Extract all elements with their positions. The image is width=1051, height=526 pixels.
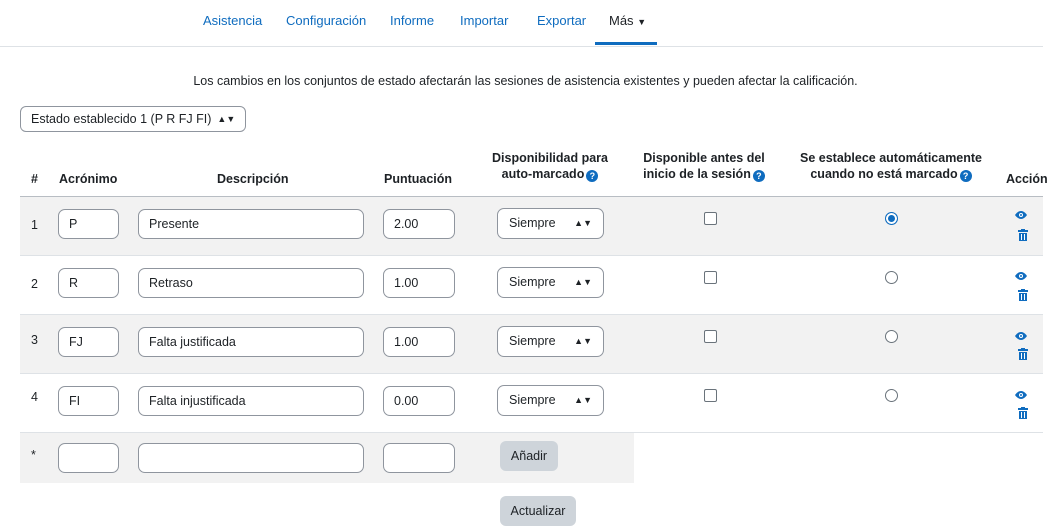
new-status-row: * Añadir bbox=[20, 433, 634, 483]
set-unmarked-radio[interactable] bbox=[885, 212, 898, 225]
header-set-unmarked-line2-text: cuando no está marcado bbox=[810, 167, 958, 181]
available-before-checkbox[interactable] bbox=[704, 212, 717, 225]
table-row: 1 P Presente 2.00 Siempre ▲▼ bbox=[20, 197, 1043, 256]
select-arrows-icon: ▲▼ bbox=[574, 218, 592, 228]
new-row-marker: * bbox=[31, 448, 36, 462]
secondary-navigation: Asistencia Configuración Informe Importa… bbox=[0, 0, 1043, 47]
help-icon[interactable]: ? bbox=[959, 170, 972, 182]
tab-importar[interactable]: Importar bbox=[460, 13, 508, 28]
eye-icon[interactable] bbox=[1014, 331, 1028, 341]
eye-icon[interactable] bbox=[1014, 271, 1028, 281]
eye-icon[interactable] bbox=[1014, 210, 1028, 220]
automark-select[interactable]: Siempre ▲▼ bbox=[497, 385, 604, 416]
trash-icon[interactable] bbox=[1016, 407, 1030, 419]
active-tab-indicator bbox=[595, 42, 657, 45]
row-number: 4 bbox=[31, 390, 38, 404]
status-set-select-value: Estado establecido 1 (P R FJ FI) bbox=[31, 112, 212, 126]
header-automark-line2: auto-marcado? bbox=[480, 166, 620, 182]
grade-input[interactable]: 2.00 bbox=[383, 209, 455, 239]
header-automark-line1: Disponibilidad para bbox=[492, 151, 608, 165]
acronym-input[interactable]: FI bbox=[58, 386, 119, 416]
acronym-input[interactable]: R bbox=[58, 268, 119, 298]
help-icon[interactable]: ? bbox=[752, 170, 765, 182]
set-unmarked-radio[interactable] bbox=[885, 330, 898, 343]
select-arrows-icon: ▲▼ bbox=[574, 395, 592, 405]
select-arrows-icon: ▲▼ bbox=[217, 114, 236, 124]
chevron-down-icon: ▼ bbox=[637, 17, 647, 27]
header-available-before-line1: Disponible antes del bbox=[643, 151, 765, 165]
tab-mas[interactable]: Más ▼ bbox=[609, 13, 646, 28]
trash-icon[interactable] bbox=[1016, 229, 1030, 241]
new-acronym-input[interactable] bbox=[58, 443, 119, 473]
new-description-input[interactable] bbox=[138, 443, 364, 473]
header-num: # bbox=[31, 172, 38, 186]
available-before-checkbox[interactable] bbox=[704, 271, 717, 284]
description-input[interactable]: Presente bbox=[138, 209, 364, 239]
table-row: 4 FI Falta injustificada 0.00 Siempre ▲▼ bbox=[20, 374, 1043, 433]
available-before-checkbox[interactable] bbox=[704, 389, 717, 402]
grade-input[interactable]: 1.00 bbox=[383, 327, 455, 357]
header-available-before: Disponible antes del inicio de la sesión… bbox=[629, 150, 779, 182]
automark-select[interactable]: Siempre ▲▼ bbox=[497, 208, 604, 239]
row-number: 2 bbox=[31, 277, 38, 291]
add-button[interactable]: Añadir bbox=[500, 441, 558, 471]
header-description: Descripción bbox=[217, 172, 289, 186]
select-arrows-icon: ▲▼ bbox=[574, 336, 592, 346]
new-grade-input[interactable] bbox=[383, 443, 455, 473]
header-available-before-line2-text: inicio de la sesión bbox=[643, 167, 751, 181]
trash-icon[interactable] bbox=[1016, 348, 1030, 360]
acronym-input[interactable]: FJ bbox=[58, 327, 119, 357]
tab-configuracion[interactable]: Configuración bbox=[286, 13, 366, 28]
table-row: 3 FJ Falta justificada 1.00 Siempre ▲▼ bbox=[20, 315, 1043, 374]
description-input[interactable]: Falta justificada bbox=[138, 327, 364, 357]
header-set-unmarked: Se establece automáticamente cuando no e… bbox=[784, 150, 998, 182]
grade-input[interactable]: 1.00 bbox=[383, 268, 455, 298]
automark-select-value: Siempre bbox=[509, 334, 556, 348]
automark-select-value: Siempre bbox=[509, 216, 556, 230]
header-action: Acción bbox=[1006, 172, 1048, 186]
available-before-checkbox[interactable] bbox=[704, 330, 717, 343]
header-set-unmarked-line1: Se establece automáticamente bbox=[799, 151, 983, 165]
eye-icon[interactable] bbox=[1014, 390, 1028, 400]
row-number: 1 bbox=[31, 218, 38, 232]
description-input[interactable]: Retraso bbox=[138, 268, 364, 298]
status-set-select[interactable]: Estado establecido 1 (P R FJ FI) ▲▼ bbox=[20, 106, 247, 132]
header-acronym: Acrónimo bbox=[59, 172, 118, 186]
set-unmarked-radio[interactable] bbox=[885, 389, 898, 402]
tab-informe[interactable]: Informe bbox=[390, 13, 434, 28]
description-input[interactable]: Falta injustificada bbox=[138, 386, 364, 416]
header-automark: Disponibilidad para auto-marcado? bbox=[480, 150, 620, 182]
trash-icon[interactable] bbox=[1016, 289, 1030, 301]
row-number: 3 bbox=[31, 333, 38, 347]
automark-select-value: Siempre bbox=[509, 393, 556, 407]
automark-select[interactable]: Siempre ▲▼ bbox=[497, 267, 604, 298]
tab-exportar[interactable]: Exportar bbox=[537, 13, 586, 28]
header-automark-line2-text: auto-marcado bbox=[501, 167, 585, 181]
tab-asistencia[interactable]: Asistencia bbox=[203, 13, 262, 28]
grade-input[interactable]: 0.00 bbox=[383, 386, 455, 416]
set-unmarked-radio[interactable] bbox=[885, 271, 898, 284]
header-available-before-line2: inicio de la sesión? bbox=[629, 166, 779, 182]
automark-select-value: Siempre bbox=[509, 275, 556, 289]
update-button[interactable]: Actualizar bbox=[500, 496, 576, 526]
acronym-input[interactable]: P bbox=[58, 209, 119, 239]
table-row: 2 R Retraso 1.00 Siempre ▲▼ bbox=[20, 256, 1043, 315]
status-set-notice: Los cambios en los conjuntos de estado a… bbox=[193, 74, 858, 88]
help-icon[interactable]: ? bbox=[586, 170, 599, 182]
header-set-unmarked-line2: cuando no está marcado? bbox=[784, 166, 998, 182]
header-grade: Puntuación bbox=[384, 172, 453, 186]
select-arrows-icon: ▲▼ bbox=[574, 277, 592, 287]
automark-select[interactable]: Siempre ▲▼ bbox=[497, 326, 604, 357]
tab-mas-label: Más bbox=[609, 13, 634, 28]
